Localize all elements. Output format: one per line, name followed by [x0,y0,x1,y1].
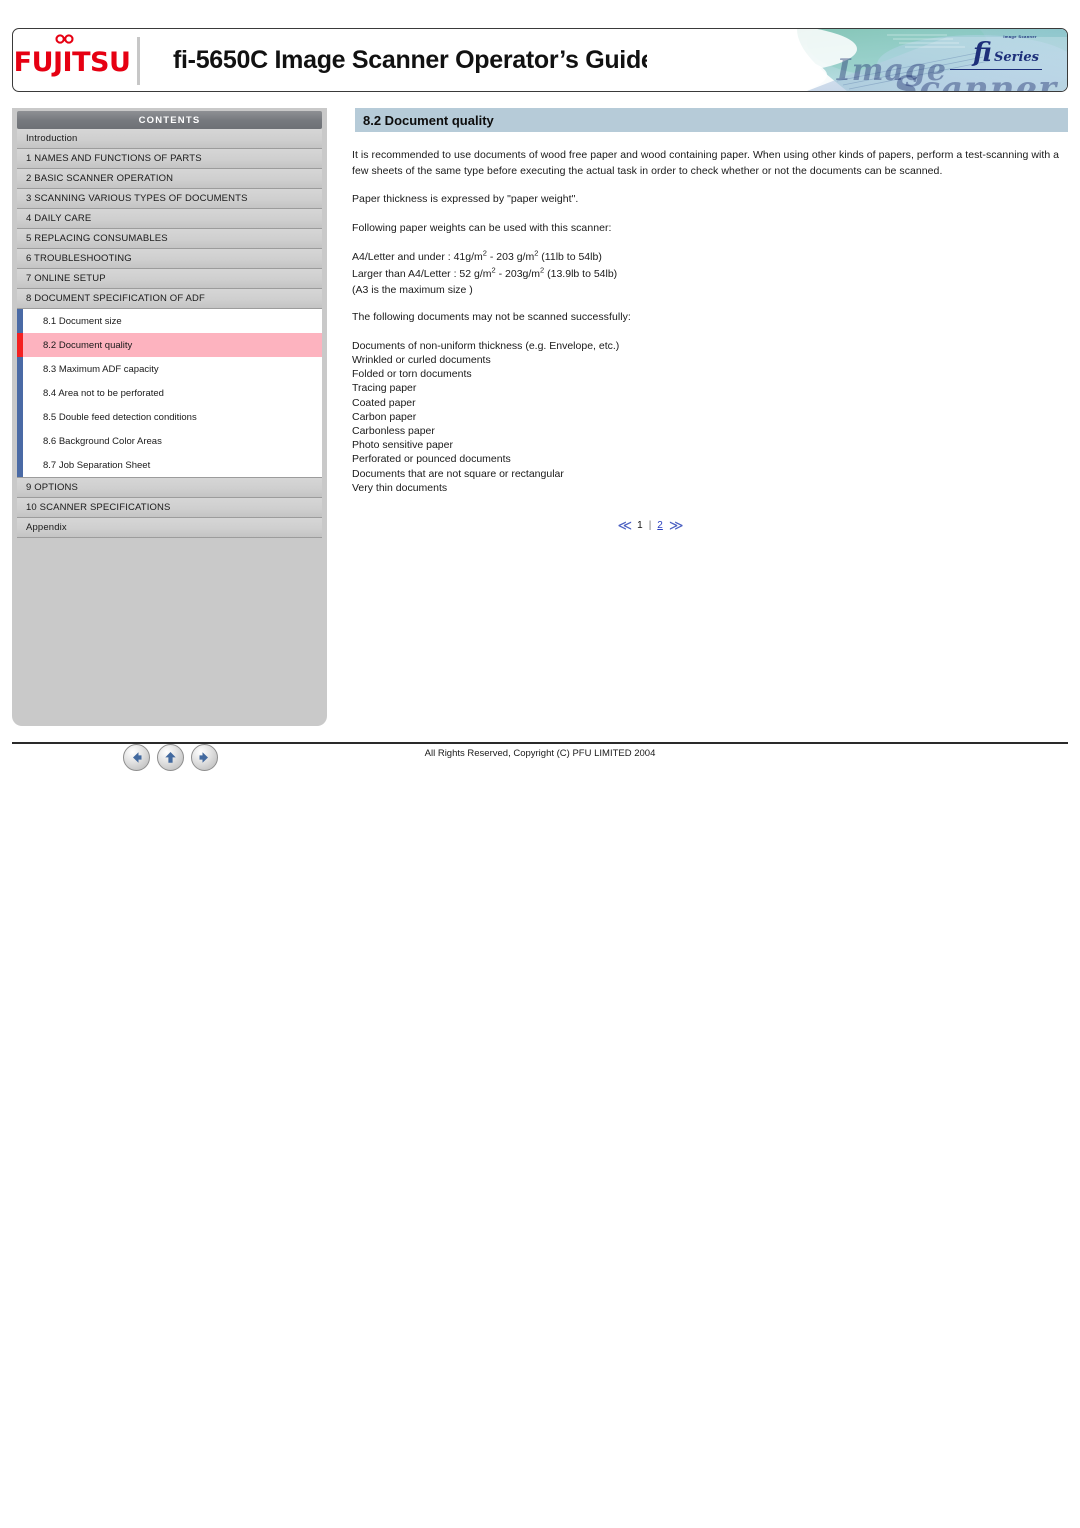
list-item: Carbonless paper [352,424,435,437]
sidebar-item-label: 7 ONLINE SETUP [26,273,106,284]
list-item: Folded or torn documents [352,368,472,381]
next-page-button[interactable]: ≫ [669,517,684,534]
page-separator: | [648,519,652,531]
sidebar-item-online-setup[interactable]: 7 ONLINE SETUP [17,269,322,289]
sidebar-active-rail-marker [17,333,23,357]
sidebar-subitem-label: 8.1 Document size [43,315,122,327]
paper-weight-a4-mid: - 203 g/m [486,251,535,263]
sidebar-subitem-job-separation-sheet[interactable]: 8.7 Job Separation Sheet [17,453,322,477]
fi-badge-text: fi [973,38,992,68]
previous-page-button[interactable]: ≪ [617,517,632,534]
page-header: FUJITSU fi-5650C Image Scanner Operator’… [12,28,1068,92]
paper-weight-a4-post: (11lb to 54lb) [538,251,602,263]
sidebar-subitem-area-not-to-be-perforated[interactable]: 8.4 Area not to be perforated [17,381,322,405]
paper-weight-a4-pre: A4/Letter and under : 41g/m [352,251,483,263]
sidebar: CONTENTS Introduction 1 NAMES AND FUNCTI… [12,108,327,776]
sidebar-item-scanner-specifications[interactable]: 10 SCANNER SPECIFICATIONS [17,498,322,518]
sidebar-item-options[interactable]: 9 OPTIONS [17,478,322,498]
sidebar-subitem-document-quality[interactable]: 8.2 Document quality [17,333,322,357]
fi-series-banner-graphic: Image Scanner Image Scanner fi Series [647,29,1067,91]
sidebar-item-label: 8 DOCUMENT SPECIFICATION OF ADF [26,293,206,304]
sidebar-subitem-label: 8.6 Background Color Areas [43,435,162,447]
banner-word-scanner: Scanner [893,69,1057,92]
sidebar-item-label: 1 NAMES AND FUNCTIONS OF PARTS [26,153,202,164]
sidebar-item-label: Appendix [26,522,67,533]
sidebar-item-daily-care[interactable]: 4 DAILY CARE [17,209,322,229]
sidebar-subitems-group: 8.1 Document size 8.2 Document quality 8… [17,309,322,478]
sidebar-subitem-double-feed-detection-conditions[interactable]: 8.5 Double feed detection conditions [17,405,322,429]
list-item: Very thin documents [352,481,448,494]
sidebar-item-label: 10 SCANNER SPECIFICATIONS [26,502,171,513]
paper-weight-note-a3: (A3 is the maximum size ) [352,284,473,296]
footer-copyright: All Rights Reserved, Copyright (C) PFU L… [424,748,656,759]
sidebar-item-scanning-various-types-of-documents[interactable]: 3 SCANNING VARIOUS TYPES OF DOCUMENTS [17,189,322,209]
unsupported-documents-list: Documents of non-uniform thickness (e.g.… [352,339,1068,495]
sidebar-subitem-label: 8.7 Job Separation Sheet [43,459,151,471]
main-content: 8.2 Document quality It is recommended t… [352,108,1068,534]
paper-weight-larger-post: (13.9lb to 54lb) [544,268,618,280]
sidebar-item-introduction[interactable]: Introduction [17,129,322,149]
page-title: fi-5650C Image Scanner Operator’s Guide [173,45,655,74]
pagination: ≪ 1 | 2 ≫ [352,517,1068,534]
unsupported-intro: The following documents may not be scann… [352,311,631,324]
header-divider [137,37,140,85]
sidebar-subitem-background-color-areas[interactable]: 8.6 Background Color Areas [17,429,322,453]
list-item: Photo sensitive paper [352,439,453,452]
sidebar-item-label: 9 OPTIONS [26,482,79,493]
list-item: Documents that are not square or rectang… [352,467,564,480]
list-item: Wrinkled or curled documents [352,353,491,366]
sidebar-item-label: 5 REPLACING CONSUMABLES [26,233,168,244]
paper-weight-line-a4: A4/Letter and under : 41g/m2 - 203 g/m2 … [352,249,1068,266]
sidebar-item-appendix[interactable]: Appendix [17,518,322,538]
fujitsu-logo-text: FUJITSU [13,46,131,78]
footer-divider [12,742,1068,744]
paper-weights-intro: Following paper weights can be used with… [352,221,612,234]
sidebar-item-troubleshooting[interactable]: 6 TROUBLESHOOTING [17,249,322,269]
series-badge-text: Series [993,50,1039,65]
page-number-2-link[interactable]: 2 [657,520,663,531]
paper-thickness-paragraph: Paper thickness is expressed by "paper w… [352,193,579,205]
sidebar-subitem-label: 8.2 Document quality [43,339,133,351]
sidebar-item-names-and-functions-of-parts[interactable]: 1 NAMES AND FUNCTIONS OF PARTS [17,149,322,169]
sidebar-item-label: Introduction [26,133,78,144]
list-item: Tracing paper [352,382,417,395]
list-item: Perforated or pounced documents [352,453,511,466]
list-item: Documents of non-uniform thickness (e.g.… [352,339,620,352]
section-title: 8.2 Document quality [352,108,1068,132]
fi-series-badge: Image Scanner fi Series [973,35,1039,68]
list-item: Coated paper [352,396,416,409]
fujitsu-infinity-icon [55,33,74,44]
page-number-current: 1 [637,519,643,531]
sidebar-item-replacing-consumables[interactable]: 5 REPLACING CONSUMABLES [17,229,322,249]
paper-weight-larger-pre: Larger than A4/Letter : 52 g/m [352,268,492,280]
paper-weight-line-larger: Larger than A4/Letter : 52 g/m2 - 203g/m… [352,266,1068,283]
sidebar-item-label: 2 BASIC SCANNER OPERATION [26,173,174,184]
sidebar-item-basic-scanner-operation[interactable]: 2 BASIC SCANNER OPERATION [17,169,322,189]
sidebar-item-label: 4 DAILY CARE [26,213,92,224]
contents-header: CONTENTS [17,111,322,129]
table-of-contents: Introduction 1 NAMES AND FUNCTIONS OF PA… [17,129,322,538]
sidebar-subitem-label: 8.5 Double feed detection conditions [43,411,197,423]
sidebar-subitem-label: 8.3 Maximum ADF capacity [43,363,159,375]
sidebar-subitem-document-size[interactable]: 8.1 Document size [17,309,322,333]
fi-series-tagline: Image Scanner [1003,34,1037,39]
list-item: Carbon paper [352,410,417,423]
sidebar-item-label: 3 SCANNING VARIOUS TYPES OF DOCUMENTS [26,193,248,204]
intro-paragraph: It is recommended to use documents of wo… [352,149,1060,177]
sidebar-subitem-maximum-adf-capacity[interactable]: 8.3 Maximum ADF capacity [17,357,322,381]
sidebar-item-label: 6 TROUBLESHOOTING [26,253,132,264]
paper-weight-larger-mid: - 203g/m [495,268,541,280]
sidebar-item-document-specification-of-adf[interactable]: 8 DOCUMENT SPECIFICATION OF ADF [17,289,322,309]
fujitsu-logo: FUJITSU [13,29,131,91]
fi-series-underline [950,69,1042,70]
sidebar-subitem-label: 8.4 Area not to be perforated [43,387,164,399]
